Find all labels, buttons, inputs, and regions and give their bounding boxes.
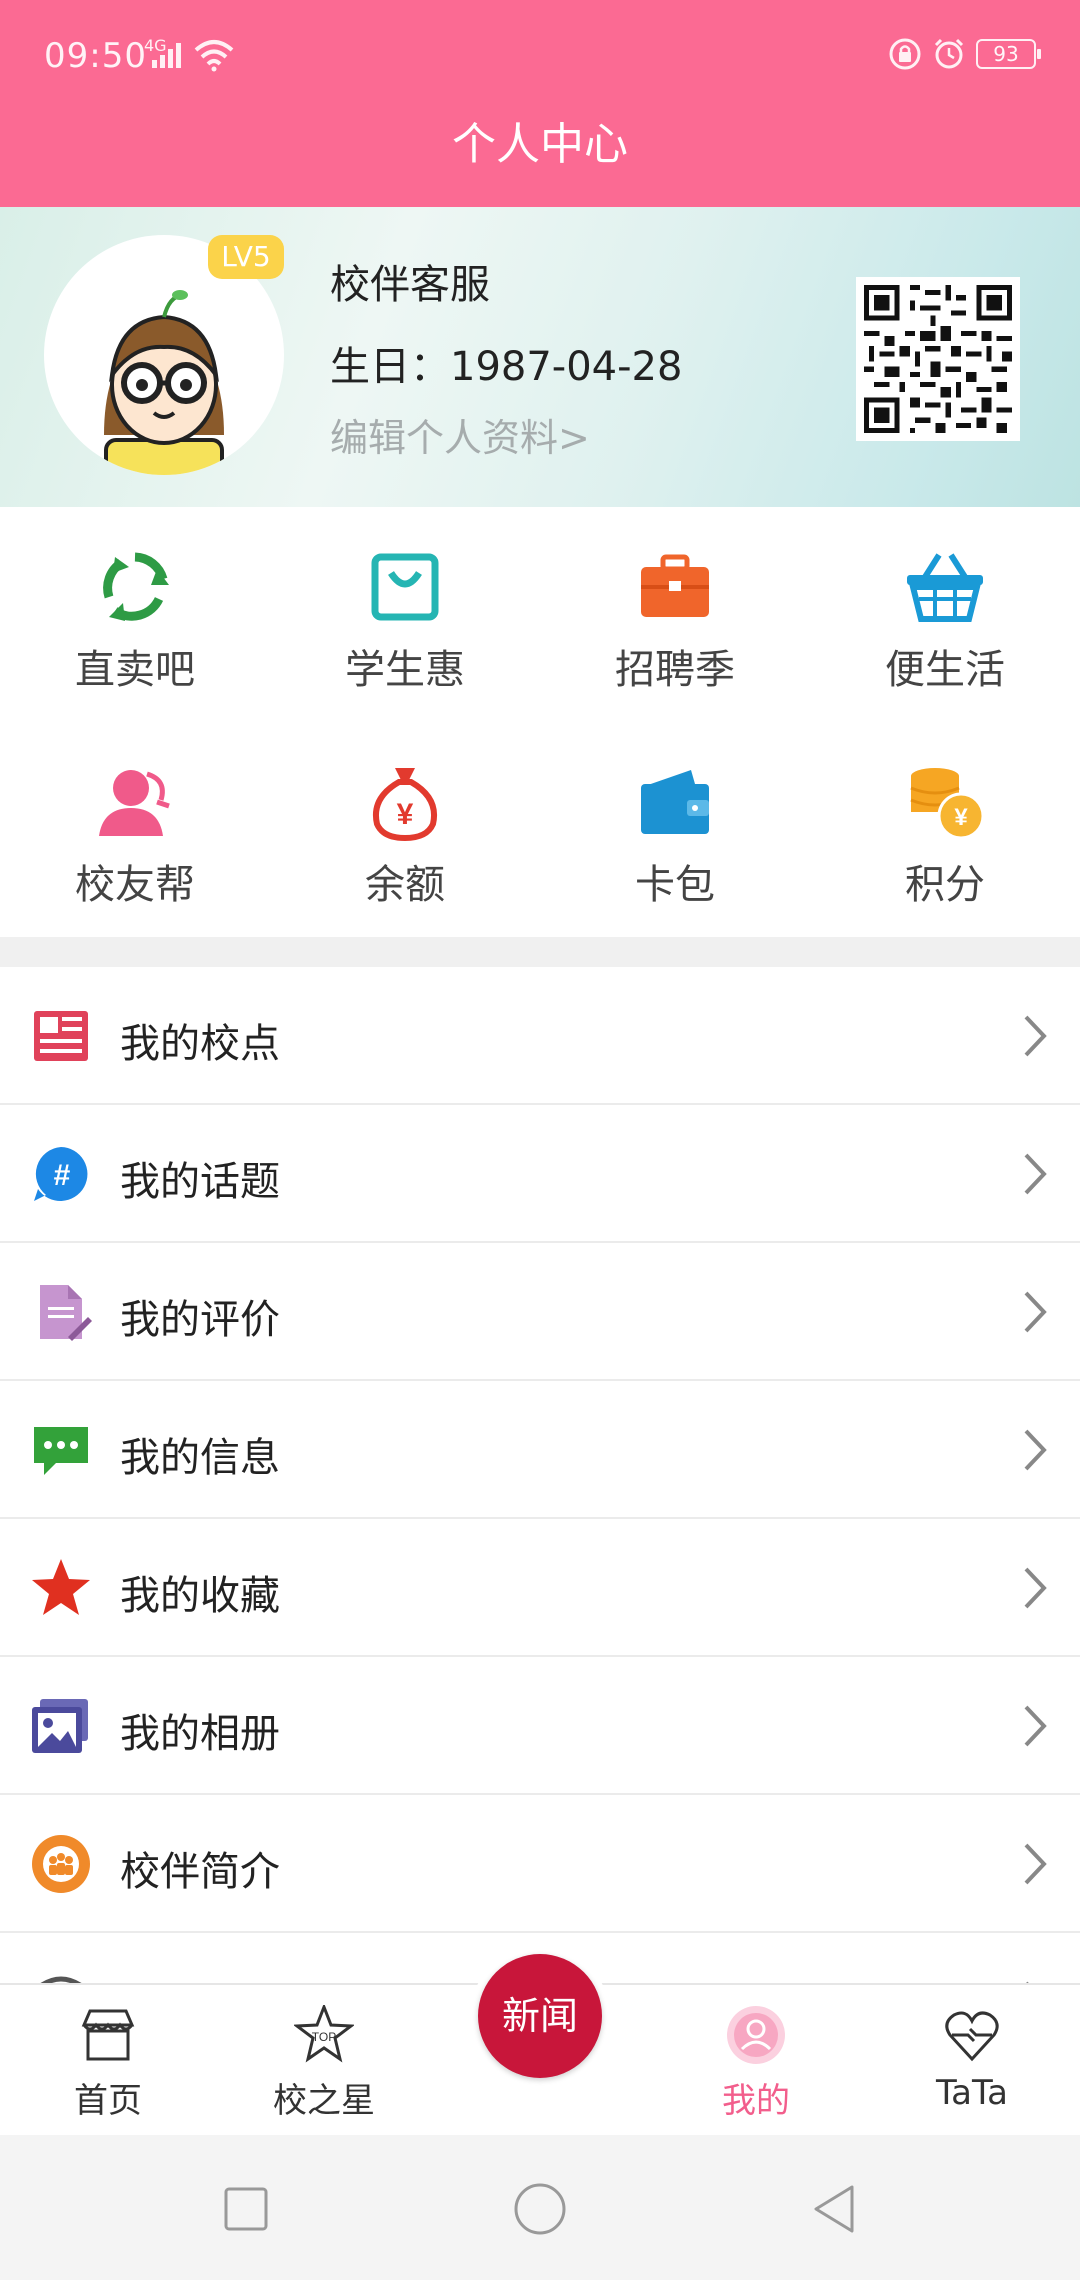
basket-icon — [907, 553, 983, 622]
status-time: 09:50 — [44, 36, 147, 76]
qr-code[interactable] — [856, 277, 1020, 441]
top-star-icon: TOP — [294, 2005, 354, 2063]
shopping-bag-icon — [371, 553, 439, 621]
tab-home[interactable]: 首页 — [0, 1985, 216, 2137]
svg-text:¥: ¥ — [954, 804, 968, 831]
lock-rotation-icon — [889, 38, 921, 70]
grid-item-xueshenghui[interactable]: 学生惠 — [270, 507, 540, 722]
home-icon[interactable] — [510, 2179, 570, 2239]
recent-apps-icon[interactable] — [216, 2179, 276, 2239]
user-icon — [727, 2006, 785, 2064]
menu-item-my-reviews[interactable]: 我的评价 — [0, 1243, 1080, 1381]
news-button-label: 新闻 — [478, 1954, 602, 2078]
tab-label: 校之星 — [273, 2081, 375, 2121]
menu-item-my-messages[interactable]: 我的信息 — [0, 1381, 1080, 1519]
menu-list: 我的校点 # 我的话题 我的评价 我的信息 我的收藏 我的相册 校伴简介 — [0, 967, 1080, 1983]
menu-item-my-points[interactable]: 我的校点 — [0, 967, 1080, 1105]
menu-label: 我的校点 — [120, 1021, 280, 1067]
user-name: 校伴客服 — [330, 262, 490, 308]
svg-text:TOP: TOP — [312, 2030, 336, 2044]
status-right: 93 — [888, 36, 1041, 72]
svg-text:¥: ¥ — [397, 798, 414, 831]
chevron-right-icon — [1024, 1015, 1047, 1057]
signal-icon — [152, 43, 181, 68]
tab-tata[interactable]: TaTa — [864, 1985, 1080, 2137]
grid-item-kabao[interactable]: 卡包 — [540, 722, 810, 937]
coins-icon: ¥ — [910, 768, 985, 840]
grid-item-yue[interactable]: ¥ 余额 — [270, 722, 540, 937]
status-bar: 09:50 4G 93 — [0, 0, 1080, 110]
people-icon — [99, 770, 170, 836]
level-badge: LV5 — [208, 235, 284, 279]
menu-label: 我的评价 — [120, 1297, 280, 1343]
feature-grid: 直卖吧 学生惠 招聘季 便生活 校友帮 ¥ 余额 卡包 ¥ 积分 — [0, 507, 1080, 937]
star-icon — [32, 1559, 90, 1615]
grid-label: 积分 — [905, 862, 985, 908]
grid-item-zhaopinji[interactable]: 招聘季 — [540, 507, 810, 722]
store-icon — [81, 2009, 135, 2061]
chevron-right-icon — [1024, 1843, 1047, 1885]
grid-item-jifen[interactable]: ¥ 积分 — [810, 722, 1080, 937]
grid-item-xiaoyoubang[interactable]: 校友帮 — [0, 722, 270, 937]
chevron-right-icon — [1024, 1291, 1047, 1333]
qr-code-image — [864, 285, 1012, 433]
document-edit-icon — [40, 1285, 92, 1341]
page-title: 个人中心 — [452, 119, 628, 170]
edit-profile-link[interactable]: 编辑个人资料> — [330, 407, 590, 462]
briefcase-icon — [641, 554, 709, 617]
photo-album-icon — [32, 1699, 88, 1753]
grid-item-zhimaiba[interactable]: 直卖吧 — [0, 507, 270, 722]
menu-label: 我的相册 — [120, 1711, 280, 1757]
wifi-icon — [194, 40, 234, 72]
recycle-icon — [103, 552, 169, 621]
grid-label: 招聘季 — [615, 647, 735, 693]
menu-item-about[interactable]: 校伴简介 — [0, 1795, 1080, 1933]
menu-label: 我的话题 — [120, 1159, 280, 1205]
grid-label: 余额 — [365, 862, 445, 908]
money-bag-icon: ¥ — [373, 768, 437, 842]
user-birthday: 生日：1987-04-28 — [330, 344, 683, 390]
chevron-right-icon — [1024, 1429, 1047, 1471]
chevron-right-icon — [1024, 1567, 1047, 1609]
menu-item-my-albums[interactable]: 我的相册 — [0, 1657, 1080, 1795]
menu-label: 校伴简介 — [120, 1849, 280, 1895]
news-icon — [34, 1011, 88, 1061]
grid-label: 便生活 — [885, 647, 1005, 693]
header: 09:50 4G 93 个人中心 — [0, 0, 1080, 207]
chevron-right-icon — [1024, 1153, 1047, 1195]
news-center-button[interactable]: 新闻 — [470, 1946, 610, 2086]
tab-campus-star[interactable]: TOP 校之星 — [216, 1985, 432, 2137]
tab-mine[interactable]: 我的 — [648, 1985, 864, 2137]
grid-label: 直卖吧 — [75, 647, 195, 693]
settings-icon — [40, 1976, 82, 1983]
menu-label: 我的收藏 — [120, 1573, 280, 1619]
alarm-icon — [934, 38, 964, 69]
grid-label: 学生惠 — [345, 647, 465, 693]
chat-icon — [34, 1427, 88, 1475]
svg-text:#: # — [54, 1159, 71, 1192]
tab-label: 首页 — [74, 2081, 142, 2121]
intro-icon — [32, 1835, 90, 1893]
grid-item-bianshenghuo[interactable]: 便生活 — [810, 507, 1080, 722]
hashtag-icon: # — [34, 1147, 88, 1201]
chevron-right-icon — [1024, 1705, 1047, 1747]
tab-label: TaTa — [936, 2073, 1008, 2113]
menu-item-my-favorites[interactable]: 我的收藏 — [0, 1519, 1080, 1657]
profile-card[interactable]: LV5 校伴客服 生日：1987-04-28 编辑个人资料> — [0, 207, 1080, 507]
tab-label: 我的 — [722, 2081, 790, 2121]
heart-hands-icon — [945, 2011, 999, 2062]
grid-label: 校友帮 — [75, 862, 195, 908]
battery-indicator: 93 — [976, 39, 1041, 69]
grid-label: 卡包 — [635, 862, 715, 908]
system-nav-bar — [0, 2135, 1080, 2280]
back-icon[interactable] — [804, 2179, 864, 2239]
menu-item-my-topics[interactable]: # 我的话题 — [0, 1105, 1080, 1243]
wallet-icon — [641, 770, 709, 834]
menu-label: 我的信息 — [120, 1435, 280, 1481]
